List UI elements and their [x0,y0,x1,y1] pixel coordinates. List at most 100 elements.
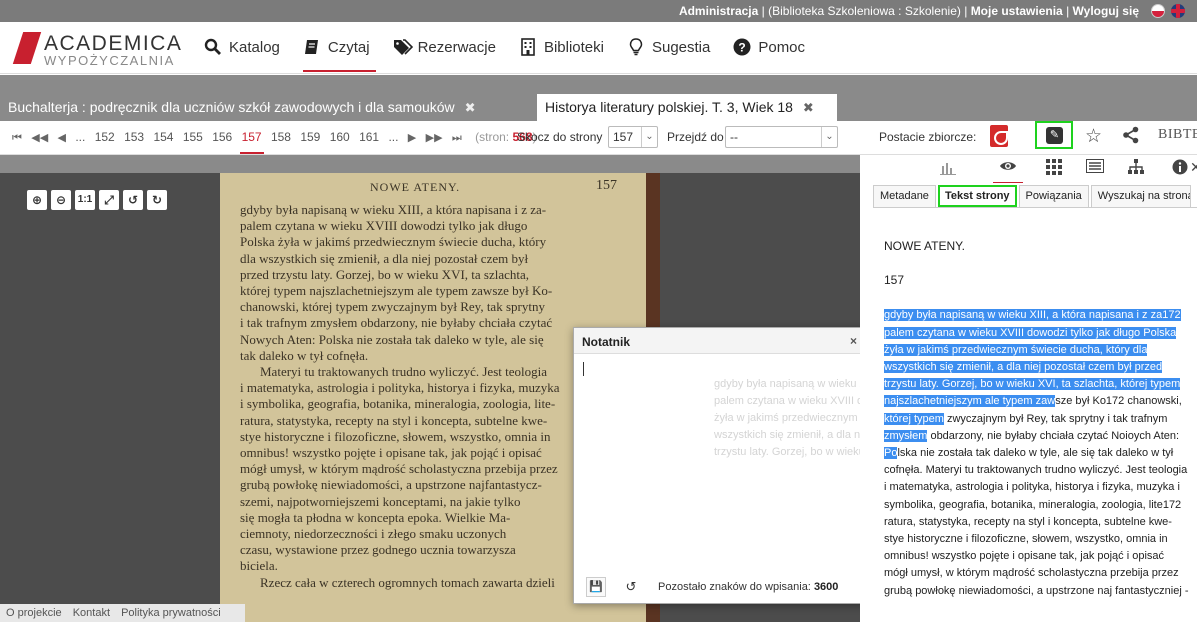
nav-label: Rezerwacje [417,38,496,56]
nav-sugestia[interactable]: Sugestia [627,36,710,58]
polish-flag-icon[interactable] [1151,4,1165,18]
nav-czytaj[interactable]: Czytaj [302,36,376,72]
selected-text: wszystkich się zmienił, a dla niej pozos… [884,361,1163,374]
selected-text: zmysłem [884,429,928,442]
zoom-in-icon[interactable]: ⊕ [27,190,47,210]
page-link[interactable]: 152 [95,130,115,144]
actual-size-icon[interactable]: 1:1 [75,190,95,210]
page-link[interactable]: 153 [124,130,144,144]
english-flag-icon[interactable] [1171,4,1185,18]
chevron-down-icon: ⌄ [641,127,657,147]
rotate-right-icon[interactable]: ↻ [147,190,167,210]
text-line: symbolika, geografia, botanika, mineralo… [884,498,1182,511]
page-link[interactable]: 155 [183,130,203,144]
reader-toolbar: ⏮ ◀◀ ◀ ... 152 153 154 155 156 157 158 1… [0,121,1197,155]
admin-links: Administracja | (Biblioteka Szkoleniowa … [679,4,1139,18]
fullscreen-icon[interactable]: ⤢ [99,190,119,210]
selected-text: żyła w jakimś przedwiecznym świecie duch… [884,343,1148,356]
tab-page-text[interactable]: Tekst strony [937,185,1017,207]
scan-line: palem czytana w wieku XVIII dowodzi tylk… [240,218,528,234]
tab-search-pages[interactable]: Wyszukaj na stronach [1090,185,1191,207]
text-line: omnibus! wszystko pojęte i opisane tak, … [884,550,1165,563]
current-page-link[interactable]: 157 [242,130,262,144]
text-cursor [583,362,584,376]
nav-pomoc[interactable]: ? Pomoc [733,36,805,58]
page-link[interactable]: 160 [330,130,350,144]
eye-icon[interactable] [993,159,1023,184]
book-icon [303,38,321,56]
save-icon[interactable]: 💾 [586,577,606,597]
jump-page-select[interactable]: 157 ⌄ [608,126,658,148]
logout-link[interactable]: Wyloguj się [1073,4,1139,18]
footer: O projekcie Kontakt Polityka prywatności [0,604,245,622]
next-page-icon[interactable]: ▶ [408,132,416,144]
prev-page-icon[interactable]: ◀ [58,132,66,144]
pager: ⏮ ◀◀ ◀ ... 152 153 154 155 156 157 158 1… [12,130,537,145]
goto-select[interactable]: -- ⌄ [725,126,838,148]
ghost-line: gdyby była napisaną w wieku XIII, a [714,378,864,390]
page-count-prefix: (stron: [475,130,510,144]
jump-label: Skocz do strony [517,130,603,144]
plain-text: obdarzony, nie byłaby chciała czytać Noi… [927,429,1180,442]
bibtex-icon[interactable]: BIBTEX [1158,127,1197,143]
selected-text: gdyby była napisaną w wieku XIII, a któr… [884,309,1181,322]
rotate-left-icon[interactable]: ↺ [123,190,143,210]
info-icon[interactable] [1172,159,1188,178]
nav-rezerwacje[interactable]: Rezerwacje [393,36,496,58]
undo-icon[interactable]: ↺ [621,577,641,597]
remaining-label: Pozostało znaków do wpisania: [658,581,811,593]
text-line: palem czytana w wieku XVIII dowodzi tylk… [884,325,1184,342]
sitemap-icon[interactable] [1128,159,1144,178]
list-icon[interactable] [1086,159,1104,176]
notes-dialog: Notatnik × gdyby była napisaną w wieku X… [573,327,868,604]
text-line: grubą powłokę niewiadomości, a upstrzone… [884,584,1189,597]
close-panel-icon[interactable]: ✕ [1190,159,1197,176]
tab-buchalterja[interactable]: Buchalterja : podręcznik dla uczniów szk… [0,94,528,120]
pdf-icon[interactable] [990,125,1008,147]
nav-katalog[interactable]: Katalog [204,36,280,58]
zoom-out-icon[interactable]: ⊖ [51,190,71,210]
close-tab-icon[interactable]: ✖ [803,100,814,115]
tab-relations[interactable]: Powiązania [1018,185,1089,207]
footer-link-privacy[interactable]: Polityka prywatności [121,607,221,619]
text-line: stye historyczne i filozoficzne, słowem,… [884,533,1168,546]
last-page-icon[interactable]: ⏭ [452,132,462,144]
notes-textarea[interactable] [574,355,714,555]
tab-historya[interactable]: Historya literatury polskiej. T. 3, Wiek… [537,94,837,121]
stats-icon[interactable] [940,161,956,178]
grid-icon[interactable] [1046,159,1062,178]
forward-fast-icon[interactable]: ▶▶ [426,132,443,144]
logo-subtitle: WYPOŻYCZALNIA [44,53,175,68]
page-text[interactable]: NOWE ATENY. 157 gdyby była napisaną w wi… [884,238,1189,600]
notes-button[interactable]: ✎ [1035,121,1073,149]
tab-label: Historya literatury polskiej. T. 3, Wiek… [545,99,793,115]
scan-line: przed trzystu laty. Gorzej, bo w wieku X… [240,266,530,282]
side-panel: Metadane Tekst strony Powiązania Wyszuka… [860,183,1197,622]
first-page-icon[interactable]: ⏮ [12,132,22,144]
tag-icon [393,38,413,56]
nav-biblioteki[interactable]: Biblioteki [519,36,604,58]
text-line: żyła w jakimś przedwiecznym świecie duch… [884,342,1184,359]
scan-line: gdyby była napisaną w wieku XIII, a któr… [240,202,547,217]
footer-link-contact[interactable]: Kontakt [73,607,110,619]
admin-link[interactable]: Administracja [679,4,758,18]
tab-metadata[interactable]: Metadane [873,185,936,207]
nav-label: Czytaj [327,38,370,56]
close-icon[interactable]: × [850,334,857,348]
share-icon[interactable] [1122,126,1140,149]
star-icon[interactable]: ☆ [1085,125,1102,148]
page-link[interactable]: 154 [153,130,173,144]
page-link[interactable]: 156 [212,130,232,144]
page-text-number: 157 [884,273,905,288]
page-link[interactable]: 159 [300,130,320,144]
scan-line: chanowski, której typem zwyczajnym był R… [240,299,545,315]
selected-text: najszlachetniejszym ale typem zaw [884,395,1056,408]
text-line: gdyby była napisaną w wieku XIII, a któr… [884,307,1184,324]
settings-link[interactable]: Moje ustawienia [971,4,1063,18]
close-tab-icon[interactable]: ✖ [465,100,476,115]
footer-link-about[interactable]: O projekcie [6,607,62,619]
page-link[interactable]: 161 [359,130,379,144]
selected-text: trzystu laty. Gorzej, bo w wieku XVI, ta… [884,378,1181,391]
back-fast-icon[interactable]: ◀◀ [31,132,48,144]
page-link[interactable]: 158 [271,130,291,144]
